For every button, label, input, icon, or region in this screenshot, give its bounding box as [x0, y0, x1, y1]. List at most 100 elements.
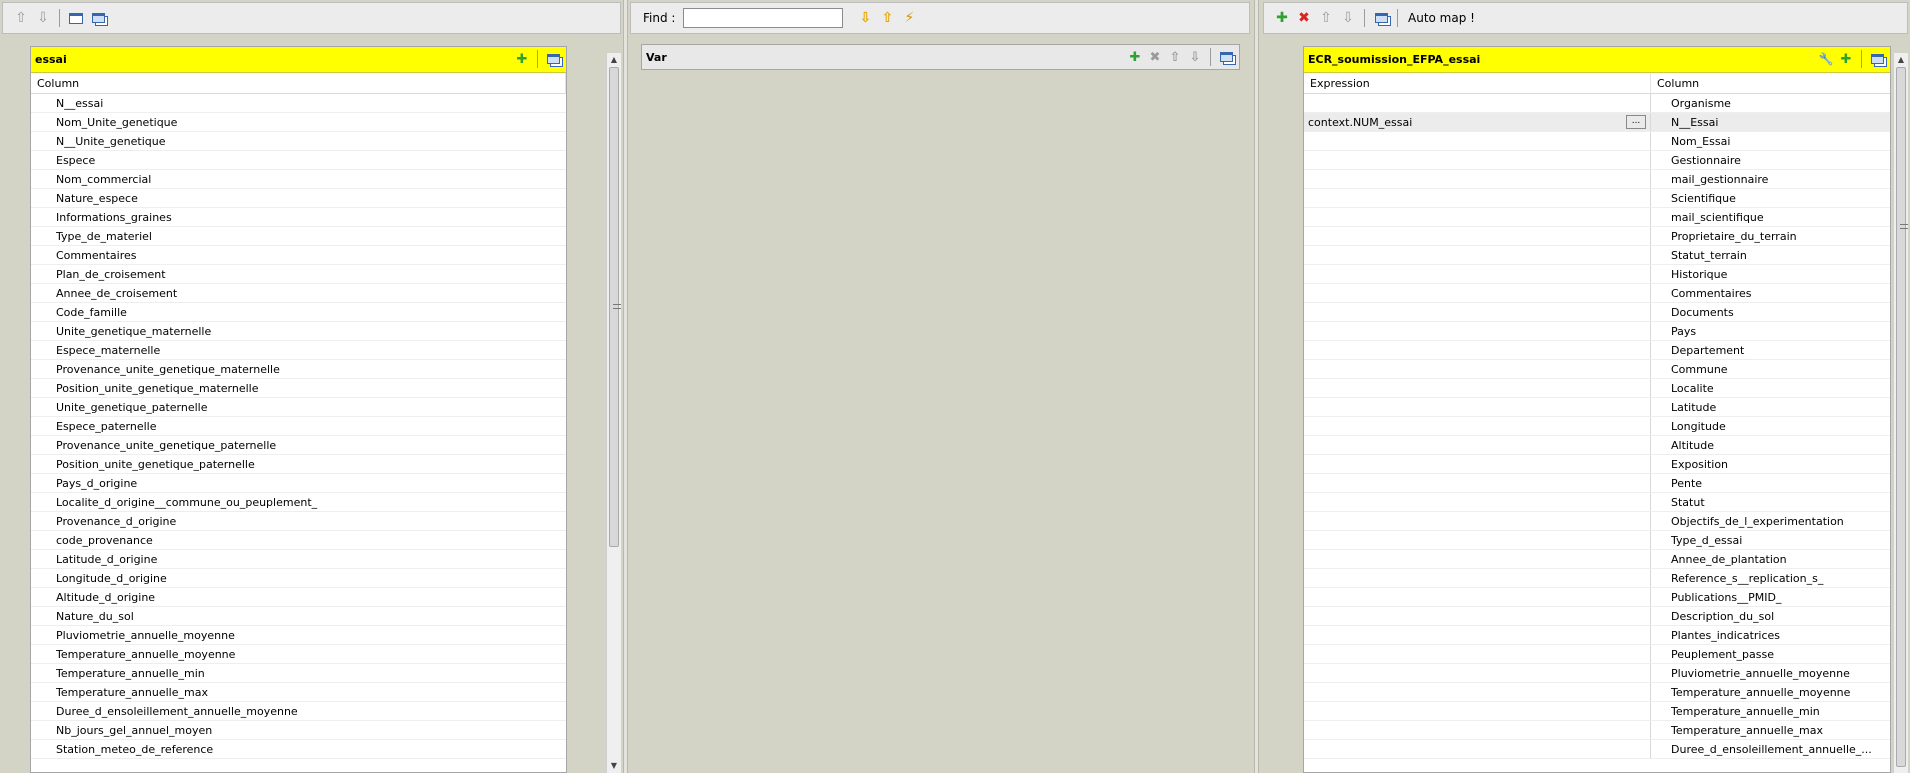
- output-table-title-bar[interactable]: ECR_soumission_EFPA_essai: [1304, 47, 1890, 73]
- output-column-row[interactable]: Temperature_annuelle_min: [1304, 702, 1890, 721]
- output-column-row[interactable]: Publications__PMID_: [1304, 588, 1890, 607]
- output-column-row[interactable]: mail_scientifique: [1304, 208, 1890, 227]
- expression-cell[interactable]: [1304, 94, 1651, 112]
- output-vertical-scrollbar[interactable]: ▲: [1893, 53, 1908, 773]
- input-column-row[interactable]: Nom_commercial: [31, 170, 566, 189]
- input-column-row[interactable]: Provenance_unite_genetique_paternelle: [31, 436, 566, 455]
- column-header-cell[interactable]: Column: [1651, 73, 1890, 93]
- input-column-row[interactable]: Latitude_d_origine: [31, 550, 566, 569]
- expression-cell[interactable]: [1304, 379, 1651, 397]
- input-column-row[interactable]: Provenance_unite_genetique_maternelle: [31, 360, 566, 379]
- expression-cell[interactable]: [1304, 664, 1651, 682]
- output-column-row[interactable]: Temperature_annuelle_max: [1304, 721, 1890, 740]
- output-column-row[interactable]: Proprietaire_du_terrain: [1304, 227, 1890, 246]
- input-column-row[interactable]: Type_de_materiel: [31, 227, 566, 246]
- expression-cell[interactable]: [1304, 246, 1651, 264]
- output-column-row[interactable]: Pays: [1304, 322, 1890, 341]
- output-column-row[interactable]: Peuplement_passe: [1304, 645, 1890, 664]
- input-column-row[interactable]: Espece_paternelle: [31, 417, 566, 436]
- output-column-row[interactable]: Plantes_indicatrices: [1304, 626, 1890, 645]
- restore-all-icon[interactable]: [88, 8, 108, 28]
- output-column-row[interactable]: Documents: [1304, 303, 1890, 322]
- expression-cell[interactable]: [1304, 550, 1651, 568]
- output-column-row[interactable]: Commentaires: [1304, 284, 1890, 303]
- input-column-row[interactable]: Espece: [31, 151, 566, 170]
- input-column-row[interactable]: Commentaires: [31, 246, 566, 265]
- expression-cell[interactable]: [1304, 303, 1651, 321]
- output-column-row[interactable]: Type_d_essai: [1304, 531, 1890, 550]
- expression-cell[interactable]: [1304, 417, 1651, 435]
- add-filter-icon[interactable]: [513, 50, 531, 68]
- input-column-row[interactable]: Position_unite_genetique_maternelle: [31, 379, 566, 398]
- expression-header-cell[interactable]: Expression: [1304, 73, 1651, 93]
- output-move-down-icon[interactable]: [1338, 8, 1358, 28]
- output-column-row[interactable]: Commune: [1304, 360, 1890, 379]
- expression-cell[interactable]: [1304, 132, 1651, 150]
- scroll-up-arrow-icon[interactable]: ▲: [607, 53, 621, 67]
- minimize-all-icon[interactable]: [66, 8, 86, 28]
- expression-cell[interactable]: [1304, 322, 1651, 340]
- add-var-icon[interactable]: [1126, 48, 1144, 66]
- find-input[interactable]: [683, 8, 844, 28]
- output-column-row[interactable]: Exposition: [1304, 455, 1890, 474]
- input-column-row[interactable]: Provenance_d_origine: [31, 512, 566, 531]
- input-column-row[interactable]: Plan_de_croisement: [31, 265, 566, 284]
- input-column-row[interactable]: Station_meteo_de_reference: [31, 740, 566, 759]
- output-column-row[interactable]: Localite: [1304, 379, 1890, 398]
- scroll-up-arrow-icon[interactable]: ▲: [1894, 53, 1908, 67]
- expression-cell[interactable]: [1304, 474, 1651, 492]
- input-column-row[interactable]: Unite_genetique_maternelle: [31, 322, 566, 341]
- right-splitter[interactable]: [1254, 0, 1259, 773]
- input-column-row[interactable]: Nom_Unite_genetique: [31, 113, 566, 132]
- input-column-row[interactable]: Informations_graines: [31, 208, 566, 227]
- expression-cell[interactable]: [1304, 341, 1651, 359]
- input-table-title-bar[interactable]: essai: [31, 47, 566, 73]
- output-column-row[interactable]: Statut: [1304, 493, 1890, 512]
- expression-cell[interactable]: [1304, 208, 1651, 226]
- remove-var-icon[interactable]: [1146, 48, 1164, 66]
- input-column-row[interactable]: Temperature_annuelle_min: [31, 664, 566, 683]
- expression-cell[interactable]: [1304, 512, 1651, 530]
- input-column-row[interactable]: Position_unite_genetique_paternelle: [31, 455, 566, 474]
- input-column-row[interactable]: Longitude_d_origine: [31, 569, 566, 588]
- var-move-up-icon[interactable]: [1166, 48, 1184, 66]
- expression-cell[interactable]: [1304, 531, 1651, 549]
- output-column-row[interactable]: Scientifique: [1304, 189, 1890, 208]
- input-column-row[interactable]: Temperature_annuelle_moyenne: [31, 645, 566, 664]
- expression-cell[interactable]: [1304, 284, 1651, 302]
- output-column-row[interactable]: Gestionnaire: [1304, 151, 1890, 170]
- output-column-row[interactable]: Longitude: [1304, 417, 1890, 436]
- move-down-icon[interactable]: [33, 8, 53, 28]
- minimize-outputs-icon[interactable]: [1371, 8, 1391, 28]
- minimize-output-table-icon[interactable]: [1868, 50, 1886, 68]
- input-column-row[interactable]: Altitude_d_origine: [31, 588, 566, 607]
- highlight-icon[interactable]: [899, 8, 919, 28]
- expression-cell[interactable]: [1304, 721, 1651, 739]
- column-header-cell[interactable]: Column: [31, 73, 566, 93]
- add-output-filter-icon[interactable]: [1837, 50, 1855, 68]
- expression-cell[interactable]: [1304, 702, 1651, 720]
- var-move-down-icon[interactable]: [1186, 48, 1204, 66]
- minimize-var-icon[interactable]: [1217, 48, 1235, 66]
- output-column-row[interactable]: Pluviometrie_annuelle_moyenne: [1304, 664, 1890, 683]
- input-column-row[interactable]: Temperature_annuelle_max: [31, 683, 566, 702]
- output-column-row[interactable]: Statut_terrain: [1304, 246, 1890, 265]
- output-column-row[interactable]: Description_du_sol: [1304, 607, 1890, 626]
- expression-cell[interactable]: [1304, 493, 1651, 511]
- output-move-up-icon[interactable]: [1316, 8, 1336, 28]
- expression-cell[interactable]: [1304, 436, 1651, 454]
- expression-cell[interactable]: [1304, 455, 1651, 473]
- output-column-row[interactable]: mail_gestionnaire: [1304, 170, 1890, 189]
- expression-cell[interactable]: [1304, 265, 1651, 283]
- auto-map-button[interactable]: Auto map !: [1408, 11, 1475, 25]
- output-column-row[interactable]: Annee_de_plantation: [1304, 550, 1890, 569]
- expression-cell[interactable]: [1304, 360, 1651, 378]
- input-column-row[interactable]: Duree_d_ensoleillement_annuelle_moyenne: [31, 702, 566, 721]
- expression-cell[interactable]: [1304, 227, 1651, 245]
- expression-builder-button[interactable]: ...: [1626, 115, 1646, 129]
- input-column-row[interactable]: Nature_espece: [31, 189, 566, 208]
- expression-cell[interactable]: [1304, 683, 1651, 701]
- output-column-row[interactable]: Nom_Essai: [1304, 132, 1890, 151]
- input-column-row[interactable]: N__Unite_genetique: [31, 132, 566, 151]
- expression-cell[interactable]: [1304, 189, 1651, 207]
